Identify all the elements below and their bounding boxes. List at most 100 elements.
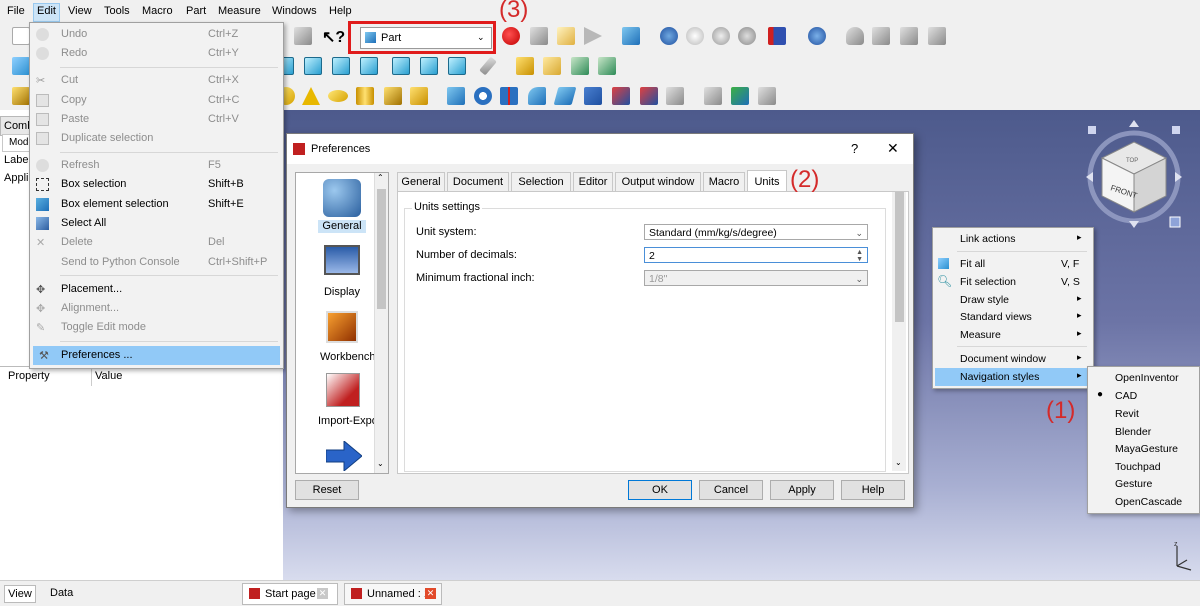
whats-this-icon[interactable]: ↖? <box>322 27 345 46</box>
menu-item-undo[interactable]: Undo Ctrl+Z <box>30 25 283 44</box>
ruled-surface-icon[interactable] <box>612 87 630 105</box>
join-icon[interactable] <box>808 27 826 45</box>
menu-item-draw-style[interactable]: Draw style ▸ <box>933 291 1093 309</box>
nav-style-opencascade[interactable]: OpenCascade <box>1088 493 1199 511</box>
tab-selection[interactable]: Selection <box>511 172 571 193</box>
scroll-down-icon[interactable]: ⌄ <box>377 459 384 468</box>
menu-item-document-window[interactable]: Document window ▸ <box>933 350 1093 368</box>
fuse-icon[interactable] <box>712 27 730 45</box>
menu-macro[interactable]: Macro <box>142 5 173 17</box>
menu-item-copy[interactable]: Copy Ctrl+C <box>30 91 283 110</box>
navcube-menu-icon[interactable] <box>1169 216 1181 228</box>
fraction-select[interactable]: 1/8" ⌄ <box>644 270 868 286</box>
menu-item-alignment[interactable]: ✥ Alignment... <box>30 299 283 318</box>
menu-item-delete[interactable]: ✕ Delete Del <box>30 233 283 252</box>
ok-button[interactable]: OK <box>628 480 692 500</box>
refresh-icon[interactable] <box>294 27 312 45</box>
common-icon[interactable] <box>738 27 756 45</box>
nav-style-blender[interactable]: Blender <box>1088 423 1199 441</box>
apply-button[interactable]: Apply <box>770 480 834 500</box>
scroll-down-icon[interactable]: ⌄ <box>895 458 902 467</box>
tab-start-page[interactable]: Start page ✕ <box>242 583 338 605</box>
menu-item-fit-selection[interactable]: 🔍︎ Fit selection V, S <box>933 273 1093 291</box>
menu-item-navigation-styles[interactable]: Navigation styles ▸ <box>935 368 1091 386</box>
menu-item-fit-all[interactable]: Fit all V, F <box>933 255 1093 273</box>
arrow-up-icon[interactable] <box>1129 120 1139 127</box>
scrollbar-thumb[interactable] <box>895 192 904 322</box>
measure-distance-icon[interactable] <box>479 56 497 76</box>
cut-icon[interactable] <box>686 27 704 45</box>
nav-style-cad[interactable]: ● CAD <box>1088 387 1199 405</box>
menu-item-placement[interactable]: ✥ Placement... <box>30 280 283 299</box>
tab-view[interactable]: View <box>4 585 36 603</box>
menu-measure[interactable]: Measure <box>218 5 261 17</box>
menu-item-toggle-edit[interactable]: ✎ Toggle Edit mode <box>30 318 283 337</box>
tab-general[interactable]: General <box>397 172 445 193</box>
nav-style-revit[interactable]: Revit <box>1088 405 1199 423</box>
check-geometry-icon[interactable] <box>900 27 918 45</box>
view-isometric-icon[interactable] <box>622 27 640 45</box>
nav-style-mayagesture[interactable]: MayaGesture <box>1088 440 1199 458</box>
menu-edit[interactable]: Edit <box>33 3 60 22</box>
cylinder-icon[interactable] <box>356 87 374 105</box>
menu-item-measure[interactable]: Measure ▸ <box>933 326 1093 344</box>
record-macro-icon[interactable] <box>502 27 520 45</box>
view-bottom-icon[interactable] <box>392 57 410 75</box>
extrude-icon[interactable] <box>447 87 465 105</box>
dialog-titlebar[interactable]: Preferences ? ✕ <box>287 134 913 164</box>
part-new-icon[interactable] <box>516 57 534 75</box>
macro-edit-icon[interactable] <box>557 27 575 45</box>
rotate-cw-icon[interactable] <box>1172 126 1180 134</box>
close-button[interactable]: ✕ <box>887 140 899 157</box>
scroll-up-icon[interactable]: ⌃ <box>377 173 384 182</box>
nav-style-touchpad[interactable]: Touchpad <box>1088 458 1199 476</box>
menu-tools[interactable]: Tools <box>104 5 130 17</box>
torus-icon[interactable] <box>328 90 348 102</box>
revolve-icon[interactable] <box>474 87 492 105</box>
view-left-icon[interactable] <box>420 57 438 75</box>
fillet-icon[interactable] <box>528 87 546 105</box>
menu-item-standard-views[interactable]: Standard views ▸ <box>933 308 1093 326</box>
link-actions-icon[interactable] <box>598 57 616 75</box>
group-icon[interactable] <box>543 57 561 75</box>
menu-item-refresh[interactable]: Refresh F5 <box>30 156 283 175</box>
tab-data[interactable]: Data <box>38 585 90 601</box>
tab-unnamed[interactable]: Unnamed : 1 ✕ <box>344 583 442 605</box>
menu-view[interactable]: View <box>68 5 92 17</box>
menu-item-box-element-selection[interactable]: Box element selection Shift+E <box>30 195 283 214</box>
view-rear-icon[interactable] <box>360 57 378 75</box>
decimals-spinbox[interactable]: 2 ▲ ▼ <box>644 247 868 263</box>
run-macro-icon[interactable] <box>584 27 602 45</box>
std-views-icon[interactable] <box>12 87 30 105</box>
cancel-button[interactable]: Cancel <box>699 480 763 500</box>
scrollbar-thumb[interactable] <box>377 189 386 309</box>
make-face-icon[interactable] <box>584 87 602 105</box>
menu-item-link-actions[interactable]: Link actions ▸ <box>933 230 1093 248</box>
shape-builder-icon[interactable] <box>410 87 428 105</box>
view-right-icon[interactable] <box>332 57 350 75</box>
spin-arrows-icon[interactable]: ▲ ▼ <box>856 249 863 263</box>
tab-macro[interactable]: Macro <box>703 172 745 193</box>
navigation-cube[interactable]: FRONT TOP <box>1080 120 1188 230</box>
menu-item-send-to-python[interactable]: Send to Python Console Ctrl+Shift+P <box>30 253 283 272</box>
menu-file[interactable]: File <box>7 5 25 17</box>
unit-system-select[interactable]: Standard (mm/kg/s/degree) ⌄ <box>644 224 868 240</box>
tab-editor[interactable]: Editor <box>573 172 613 193</box>
view-box-icon[interactable] <box>448 57 466 75</box>
offset-icon[interactable] <box>704 87 722 105</box>
primitives-icon[interactable] <box>384 87 402 105</box>
nav-style-gesture[interactable]: Gesture <box>1088 475 1199 493</box>
rotate-ccw-icon[interactable] <box>1088 126 1096 134</box>
tab-document[interactable]: Document <box>447 172 509 193</box>
refine-icon[interactable] <box>872 27 890 45</box>
menu-item-preferences[interactable]: ⚒ Preferences ... <box>33 346 280 365</box>
menu-item-box-selection[interactable]: Box selection Shift+B <box>30 175 283 194</box>
mirror-icon[interactable] <box>500 87 518 105</box>
page-general[interactable]: General <box>318 220 366 233</box>
help-button[interactable]: ? <box>851 141 858 156</box>
measure-icon[interactable] <box>846 27 864 45</box>
page-list[interactable]: General Display Workbenches Import-Expor… <box>295 172 389 474</box>
view-top-icon[interactable] <box>304 57 322 75</box>
menu-windows[interactable]: Windows <box>272 5 317 17</box>
chamfer-icon[interactable] <box>553 87 577 105</box>
